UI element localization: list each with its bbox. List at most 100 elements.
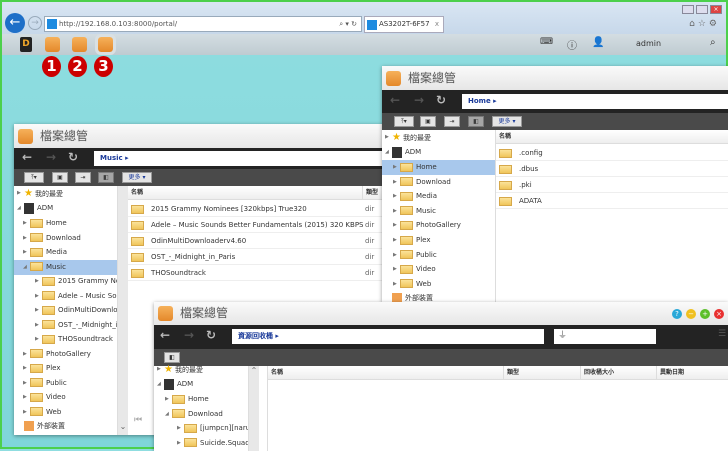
tree-item[interactable]: ▶ Media xyxy=(382,189,495,204)
path-bar[interactable]: Home ▸ xyxy=(462,94,728,109)
back-arrow-icon[interactable]: ← xyxy=(390,93,400,107)
refresh-icon[interactable]: ↻ xyxy=(351,20,357,28)
tree-item[interactable]: ▶ Media xyxy=(14,245,117,260)
file-row[interactable]: .dbus xyxy=(496,161,728,177)
tree-external[interactable]: 外部裝置 xyxy=(14,419,117,434)
browser-tab[interactable]: AS3202T-6F57 x xyxy=(364,16,444,33)
file-row[interactable]: Adele – Music Sounds Better Fundamentals… xyxy=(128,217,394,233)
refresh-icon[interactable]: ↻ xyxy=(68,150,78,164)
path-bar[interactable]: Music ▸ xyxy=(94,151,394,166)
refresh-icon[interactable]: ↻ xyxy=(436,93,446,107)
col-name[interactable]: 名稱 xyxy=(128,186,143,200)
more-button[interactable]: 更多 ▾ xyxy=(492,116,522,127)
tree-item[interactable]: ▶ Download xyxy=(382,175,495,190)
tree-favorites[interactable]: ▶ ★ 我的最愛 xyxy=(14,186,117,201)
tree-scrollbar[interactable]: ⌄ xyxy=(118,186,128,435)
path-bar[interactable]: 資源回收桶 ▸ xyxy=(232,329,544,344)
upload-button[interactable]: ⤒▾ xyxy=(394,116,414,127)
col-name[interactable]: 名稱 xyxy=(268,366,283,380)
tree-item[interactable]: ▶ Plex xyxy=(14,361,117,376)
file-row[interactable]: 2015 Grammy Nominees [320kbps] True320 di… xyxy=(128,201,394,217)
path-segment[interactable]: 資源回收桶 xyxy=(238,332,273,340)
title-bar[interactable]: 檔案總管 xyxy=(382,66,728,90)
title-bar[interactable]: 檔案總管 ? − + × xyxy=(154,302,728,325)
tree-item[interactable]: ◢ Music xyxy=(14,259,117,275)
path-segment[interactable]: Music xyxy=(100,154,123,162)
tree-item[interactable]: ▶OdinMultiDownload. xyxy=(14,303,117,318)
adm-logo[interactable]: D xyxy=(20,37,32,52)
tree-item[interactable]: ▶ Public xyxy=(382,248,495,263)
file-explorer-app-icon-1[interactable] xyxy=(45,37,60,52)
tree-item[interactable]: ▶ Music xyxy=(382,204,495,219)
keyboard-icon[interactable]: ⌨ xyxy=(540,37,553,47)
minimize-button[interactable] xyxy=(682,5,694,14)
refresh-icon[interactable]: ↻ xyxy=(206,328,216,342)
panel-toggle-button[interactable]: ◧ xyxy=(468,116,484,127)
file-row[interactable]: ADATA xyxy=(496,193,728,209)
back-arrow-icon[interactable]: ← xyxy=(22,150,32,164)
col-type[interactable]: 類型 xyxy=(503,366,519,380)
pager-first-icon[interactable]: ⏮ xyxy=(134,415,142,425)
tree-scrollbar[interactable]: ⌃ xyxy=(249,366,259,451)
tree-item[interactable]: ◢ Download xyxy=(154,407,248,422)
minimize-button[interactable]: − xyxy=(686,309,696,319)
address-bar[interactable]: http://192.168.0.103:8000/portal/ ⌕ ▾ ↻ xyxy=(44,16,362,32)
tree-item[interactable]: ▶ PhotoGallery xyxy=(382,218,495,233)
tree-item[interactable]: ▶ Home xyxy=(382,160,495,175)
tab-close-icon[interactable]: x xyxy=(435,17,439,32)
tree-item[interactable]: ▶Suicide.Squad.2016 xyxy=(154,436,248,451)
file-row[interactable]: .pki xyxy=(496,177,728,193)
new-folder-button[interactable]: ▣ xyxy=(420,116,436,127)
help-button[interactable]: ? xyxy=(672,309,682,319)
user-icon[interactable]: 👤 xyxy=(592,37,604,48)
tree-item[interactable]: ▶ Web xyxy=(14,405,117,420)
back-arrow-icon[interactable]: ← xyxy=(160,328,170,342)
tree-adm[interactable]: ◢ ADM xyxy=(154,377,248,392)
tree-adm[interactable]: ◢ ADM xyxy=(382,145,495,160)
col-size[interactable]: 回收桶大小 xyxy=(580,366,614,380)
tree-favorites[interactable]: ▶ ★ 我的最愛 xyxy=(382,130,495,145)
tree-item[interactable]: ▶ Plex xyxy=(382,233,495,248)
tree-item[interactable]: ▶Adele – Music Soun xyxy=(14,289,117,304)
panel-toggle-button[interactable]: ◧ xyxy=(98,172,114,183)
forward-arrow-icon[interactable]: → xyxy=(184,328,194,342)
forward-arrow-icon[interactable]: → xyxy=(414,93,424,107)
title-bar[interactable]: 檔案總管 xyxy=(14,124,394,148)
close-button[interactable]: × xyxy=(710,5,722,14)
col-type[interactable]: 類型 xyxy=(362,186,378,200)
tree-item[interactable]: ▶[jumpcn][naruto][7 xyxy=(154,421,248,436)
tree-favorites[interactable]: ▶ ★ 我的最愛 xyxy=(154,362,248,377)
more-button[interactable]: 更多 ▾ xyxy=(122,172,152,183)
move-button[interactable]: ⇥ xyxy=(75,172,91,183)
maximize-button[interactable]: + xyxy=(700,309,710,319)
upload-button[interactable]: ⤒▾ xyxy=(24,172,44,183)
tree-item[interactable]: ▶ Video xyxy=(382,262,495,277)
tree-item[interactable]: ▶ THOSoundtrack xyxy=(14,332,117,347)
tree-item[interactable]: ▶ Public xyxy=(14,376,117,391)
browser-tools-icons[interactable]: ⌂☆⚙ xyxy=(689,19,720,29)
tree-item[interactable]: ▶ Download xyxy=(14,231,117,246)
col-name[interactable]: 名稱 xyxy=(496,130,511,144)
info-icon[interactable]: ⓘ xyxy=(567,37,577,52)
forward-arrow-icon[interactable]: → xyxy=(46,150,56,164)
file-explorer-app-icon-3[interactable] xyxy=(95,34,116,55)
forward-button[interactable]: → xyxy=(28,16,42,30)
move-button[interactable]: ⇥ xyxy=(444,116,460,127)
file-row[interactable]: OST_-_Midnight_in_Paris dir xyxy=(128,249,394,265)
file-row[interactable]: THOSoundtrack dir xyxy=(128,265,394,281)
tree-item[interactable]: ▶ Home xyxy=(154,392,248,407)
tree-adm[interactable]: ◢ ADM xyxy=(14,201,117,216)
search-refresh-icons[interactable]: ⌕ ▾ ↻ xyxy=(339,17,357,31)
maximize-button[interactable] xyxy=(696,5,708,14)
tree-item[interactable]: ▶ Web xyxy=(382,277,495,292)
tree-item[interactable]: ▶2015 Grammy Nom xyxy=(14,274,117,289)
search-icon[interactable]: ⌕ xyxy=(339,20,343,28)
username[interactable]: admin xyxy=(636,39,661,48)
file-row[interactable]: .config xyxy=(496,145,728,161)
filter-input[interactable]: ⏚ xyxy=(554,329,656,344)
tree-item[interactable]: ▶ Video xyxy=(14,390,117,405)
file-row[interactable]: OdinMultiDownloaderv4.60 dir xyxy=(128,233,394,249)
close-button[interactable]: × xyxy=(714,309,724,319)
new-folder-button[interactable]: ▣ xyxy=(52,172,68,183)
tree-external[interactable]: 外部裝置 xyxy=(382,291,495,302)
